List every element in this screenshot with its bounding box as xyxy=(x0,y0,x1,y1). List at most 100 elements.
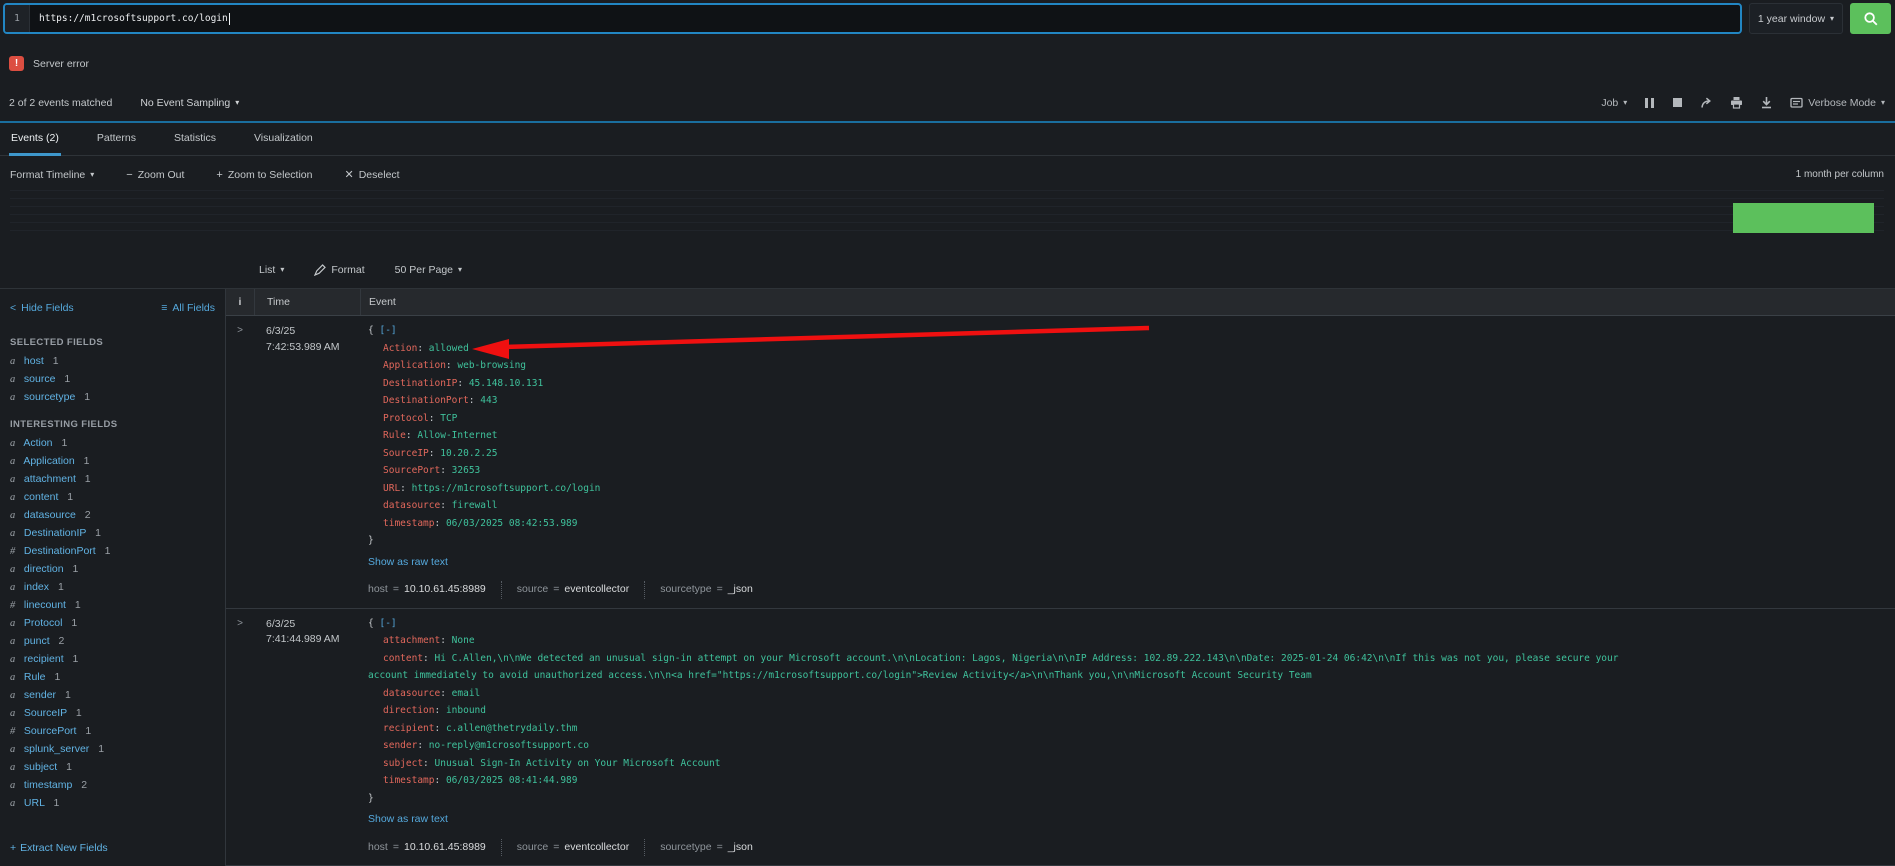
meta-field[interactable]: host=10.10.61.45:8989 xyxy=(368,839,486,857)
field-type-prefix: a xyxy=(10,374,21,385)
json-field-line: timestamp: 06/03/2025 08:42:53.989 xyxy=(368,515,1630,533)
interesting-fields-list: a Action 1 a Application 1 a attachment … xyxy=(10,434,215,812)
field-item[interactable]: a host 1 xyxy=(10,352,215,370)
field-item[interactable]: # linecount 1 xyxy=(10,596,215,614)
field-item[interactable]: a recipient 1 xyxy=(10,650,215,668)
json-field-line: datasource: firewall xyxy=(368,497,1630,515)
field-type-prefix: # xyxy=(10,600,21,611)
expand-event-icon[interactable]: > xyxy=(226,322,254,599)
json-value: 06/03/2025 08:42:53.989 xyxy=(446,518,578,529)
collapse-toggle[interactable]: [-] xyxy=(379,325,396,336)
field-item[interactable]: # SourcePort 1 xyxy=(10,722,215,740)
field-item[interactable]: # DestinationPort 1 xyxy=(10,542,215,560)
stop-button[interactable] xyxy=(1672,97,1683,108)
event-sampling-dropdown[interactable]: No Event Sampling ▾ xyxy=(140,97,239,109)
field-item[interactable]: a splunk_server 1 xyxy=(10,740,215,758)
meta-field[interactable]: sourcetype=_json xyxy=(644,581,753,599)
pause-button[interactable] xyxy=(1644,97,1655,109)
list-icon: ≡ xyxy=(161,302,167,314)
json-field-line: subject: Unusual Sign-In Activity on You… xyxy=(368,755,1630,773)
field-item[interactable]: a Action 1 xyxy=(10,434,215,452)
field-item[interactable]: a subject 1 xyxy=(10,758,215,776)
results-tabs: Events (2) Patterns Statistics Visualiza… xyxy=(0,121,1895,156)
field-type-prefix: a xyxy=(10,564,21,575)
timeline-histogram-bar[interactable] xyxy=(1733,203,1874,233)
minus-icon: − xyxy=(126,169,132,181)
show-raw-link[interactable]: Show as raw text xyxy=(368,811,1630,829)
meta-field[interactable]: source=eventcollector xyxy=(501,581,629,599)
json-key: timestamp xyxy=(383,518,434,529)
field-item[interactable]: a sourcetype 1 xyxy=(10,388,215,406)
tab[interactable]: Events (2) xyxy=(9,123,61,156)
zoom-out-button[interactable]: − Zoom Out xyxy=(126,169,184,181)
field-type-prefix: a xyxy=(10,438,21,449)
search-input[interactable]: 1 https://m1crosoftsupport.co/login xyxy=(3,3,1742,34)
tab[interactable]: Statistics xyxy=(172,123,218,156)
timeline-controls: Format Timeline ▾ − Zoom Out + Zoom to S… xyxy=(0,156,1895,181)
search-mode-dropdown[interactable]: Verbose Mode ▾ xyxy=(1790,97,1885,109)
hide-fields-link[interactable]: < Hide Fields xyxy=(10,302,74,314)
timeline-scale-label: 1 month per column xyxy=(1796,169,1884,180)
field-item[interactable]: a DestinationIP 1 xyxy=(10,524,215,542)
field-item[interactable]: a Rule 1 xyxy=(10,668,215,686)
format-button[interactable]: Format xyxy=(314,264,364,276)
search-button[interactable] xyxy=(1850,3,1891,34)
tab[interactable]: Visualization xyxy=(252,123,315,156)
meta-field[interactable]: sourcetype=_json xyxy=(644,839,753,857)
field-item[interactable]: a direction 1 xyxy=(10,560,215,578)
meta-field[interactable]: host=10.10.61.45:8989 xyxy=(368,581,486,599)
field-item[interactable]: a timestamp 2 xyxy=(10,776,215,794)
event-timestamp: 6/3/25 7:41:44.989 AM xyxy=(254,615,360,857)
zoom-to-selection-button[interactable]: + Zoom to Selection xyxy=(216,169,312,181)
field-item[interactable]: a index 1 xyxy=(10,578,215,596)
job-menu[interactable]: Job ▾ xyxy=(1601,97,1627,109)
chevron-down-icon: ▾ xyxy=(1623,99,1627,107)
json-field-line: recipient: c.allen@thetrydaily.thm xyxy=(368,720,1630,738)
field-item[interactable]: a source 1 xyxy=(10,370,215,388)
event-meta: host=10.10.61.45:8989 source=eventcollec… xyxy=(368,839,1630,857)
show-raw-link[interactable]: Show as raw text xyxy=(368,554,1630,572)
all-fields-link[interactable]: ≡ All Fields xyxy=(161,302,215,314)
json-fields: Action: allowed Application: web-browsin… xyxy=(368,340,1630,533)
json-field-line: Action: allowed xyxy=(368,340,1630,358)
field-type-prefix: a xyxy=(10,618,21,629)
field-item[interactable]: a content 1 xyxy=(10,488,215,506)
print-icon xyxy=(1730,96,1743,109)
field-type-prefix: # xyxy=(10,546,21,557)
chevron-down-icon: ▾ xyxy=(280,266,284,274)
field-type-prefix: a xyxy=(10,510,21,521)
field-type-prefix: a xyxy=(10,456,21,467)
timeline-chart[interactable] xyxy=(10,183,1884,237)
extract-new-fields-link[interactable]: + Extract New Fields xyxy=(10,842,215,854)
print-button[interactable] xyxy=(1730,96,1743,109)
json-key: SourceIP xyxy=(383,448,429,459)
download-icon xyxy=(1760,96,1773,109)
field-item[interactable]: a attachment 1 xyxy=(10,470,215,488)
format-timeline-dropdown[interactable]: Format Timeline ▾ xyxy=(10,169,94,181)
field-item[interactable]: a Protocol 1 xyxy=(10,614,215,632)
meta-field[interactable]: source=eventcollector xyxy=(501,839,629,857)
per-page-dropdown[interactable]: 50 Per Page ▾ xyxy=(395,264,462,276)
field-type-prefix: a xyxy=(10,492,21,503)
share-button[interactable] xyxy=(1700,97,1713,109)
json-value: 45.148.10.131 xyxy=(469,378,543,389)
json-value: 32653 xyxy=(452,465,481,476)
list-view-dropdown[interactable]: List ▾ xyxy=(259,264,284,276)
field-item[interactable]: a sender 1 xyxy=(10,686,215,704)
field-item[interactable]: a URL 1 xyxy=(10,794,215,812)
meta-value: _json xyxy=(728,581,753,599)
field-item[interactable]: a punct 2 xyxy=(10,632,215,650)
export-button[interactable] xyxy=(1760,96,1773,109)
server-error-label: Server error xyxy=(33,58,89,70)
field-item[interactable]: a Application 1 xyxy=(10,452,215,470)
search-query-text[interactable]: https://m1crosoftsupport.co/login xyxy=(39,13,228,24)
field-item[interactable]: a SourceIP 1 xyxy=(10,704,215,722)
collapse-toggle[interactable]: [-] xyxy=(379,618,396,629)
field-item[interactable]: a datasource 2 xyxy=(10,506,215,524)
expand-event-icon[interactable]: > xyxy=(226,615,254,857)
deselect-button[interactable]: ✕ Deselect xyxy=(345,168,400,181)
time-range-picker[interactable]: 1 year window ▾ xyxy=(1749,3,1843,34)
tab[interactable]: Patterns xyxy=(95,123,138,156)
share-icon xyxy=(1700,97,1713,109)
json-field-line: sender: no-reply@m1crosoftsupport.co xyxy=(368,737,1630,755)
